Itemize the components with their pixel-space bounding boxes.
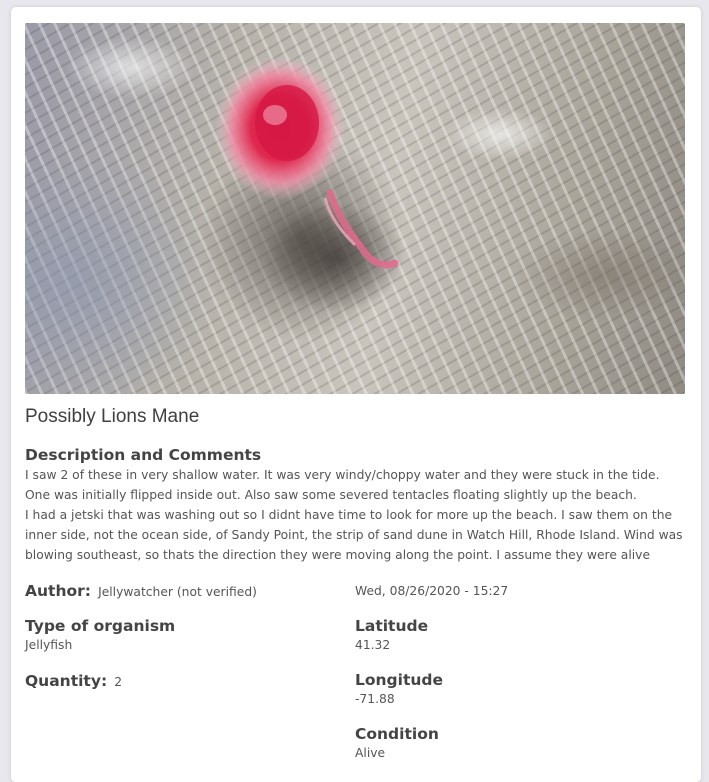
organism-value: Jellyfish [25, 638, 73, 652]
report-card: Possibly Lions Mane Description and Comm… [11, 7, 701, 782]
report-date: Wed, 08/26/2020 - 15:27 [355, 584, 509, 598]
jellyfish-illustration [215, 56, 405, 313]
description-text: I saw 2 of these in very shallow water. … [25, 465, 687, 565]
jellyfish-photo[interactable] [25, 23, 685, 394]
organism-label: Type of organism [25, 617, 176, 635]
description-paragraph: I saw 2 of these in very shallow water. … [25, 468, 660, 502]
latitude-label: Latitude [355, 617, 429, 635]
author-label: Author: [25, 582, 91, 600]
latitude-value: 41.32 [355, 638, 391, 652]
report-title: Possibly Lions Mane [25, 406, 200, 427]
author-field: Author: Jellywatcher (not verified) [25, 581, 257, 600]
condition-value: Alive [355, 746, 386, 760]
condition-label: Condition [355, 725, 439, 743]
author-value: Jellywatcher (not verified) [98, 585, 257, 599]
quantity-value: 2 [114, 675, 123, 689]
quantity-field: Quantity: 2 [25, 671, 122, 690]
longitude-label: Longitude [355, 671, 444, 689]
longitude-value: -71.88 [355, 692, 395, 706]
quantity-label: Quantity: [25, 672, 108, 690]
description-paragraph: I had a jetski that was washing out so I… [25, 508, 683, 562]
description-heading: Description and Comments [25, 446, 262, 464]
